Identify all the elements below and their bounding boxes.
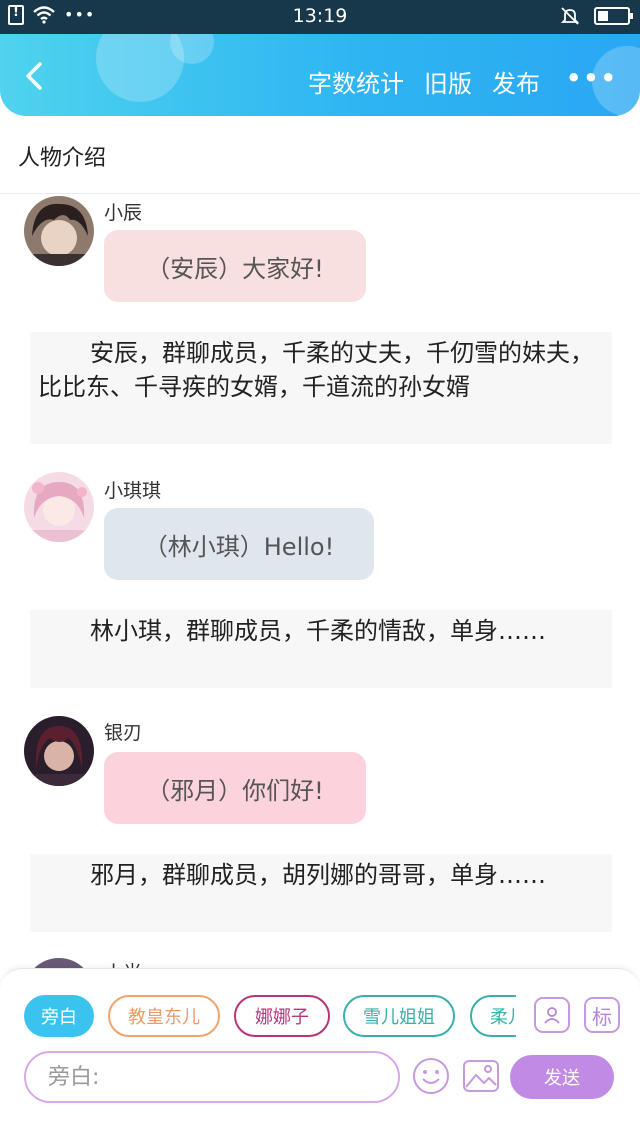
- publish-button[interactable]: 发布: [492, 64, 540, 99]
- sender-name: 银刃: [104, 722, 143, 744]
- section-title: 人物介绍: [18, 146, 107, 171]
- battery-icon: [594, 7, 633, 25]
- top-header: 字数统计 旧版 发布 •••: [0, 34, 640, 116]
- sender-name: 小辰: [104, 202, 143, 224]
- back-arrow-icon[interactable]: [16, 56, 56, 96]
- message-bubble[interactable]: （林小琪）Hello!: [104, 508, 374, 580]
- old-version-button[interactable]: 旧版: [424, 64, 472, 99]
- section-header[interactable]: 人物介绍: [0, 116, 640, 194]
- narration-text[interactable]: 安辰，群聊成员，千柔的丈夫，千仞雪的妹夫，比比东、千寻疾的女婿，千道流的孙女婿: [30, 332, 612, 444]
- image-icon[interactable]: [462, 1057, 500, 1095]
- mute-bell-icon: [560, 7, 580, 25]
- role-chip[interactable]: 柔儿: [470, 995, 516, 1037]
- message-bubble[interactable]: （邪月）你们好!: [104, 752, 366, 824]
- contact-card-icon[interactable]: [534, 997, 570, 1033]
- send-button[interactable]: 发送: [510, 1055, 614, 1099]
- role-chip[interactable]: 雪儿姐姐: [343, 995, 455, 1037]
- sender-name: 小琪琪: [104, 480, 162, 502]
- role-chip[interactable]: 娜娜子: [234, 995, 330, 1037]
- tag-icon[interactable]: 标: [584, 997, 620, 1033]
- status-bar: ••• 13:19: [0, 0, 640, 34]
- narration-text[interactable]: 林小琪，群聊成员，千柔的情敌，单身……: [30, 610, 612, 688]
- narration-text[interactable]: 邪月，群聊成员，胡列娜的哥哥，单身……: [30, 854, 612, 932]
- composer-panel: 旁白 教皇东儿 娜娜子 雪儿姐姐 柔儿 标 发送: [0, 968, 640, 1138]
- avatar[interactable]: [24, 196, 94, 266]
- role-chip[interactable]: 教皇东儿: [108, 995, 220, 1037]
- message-input[interactable]: [24, 1051, 400, 1103]
- status-time: 13:19: [292, 5, 348, 27]
- message-bubble[interactable]: （安辰）大家好!: [104, 230, 366, 302]
- role-chip-narrator[interactable]: 旁白: [24, 995, 94, 1037]
- avatar[interactable]: [24, 716, 94, 786]
- avatar[interactable]: [24, 472, 94, 542]
- more-menu-button[interactable]: •••: [566, 64, 618, 92]
- emoji-icon[interactable]: [412, 1057, 450, 1095]
- word-count-button[interactable]: 字数统计: [308, 64, 404, 99]
